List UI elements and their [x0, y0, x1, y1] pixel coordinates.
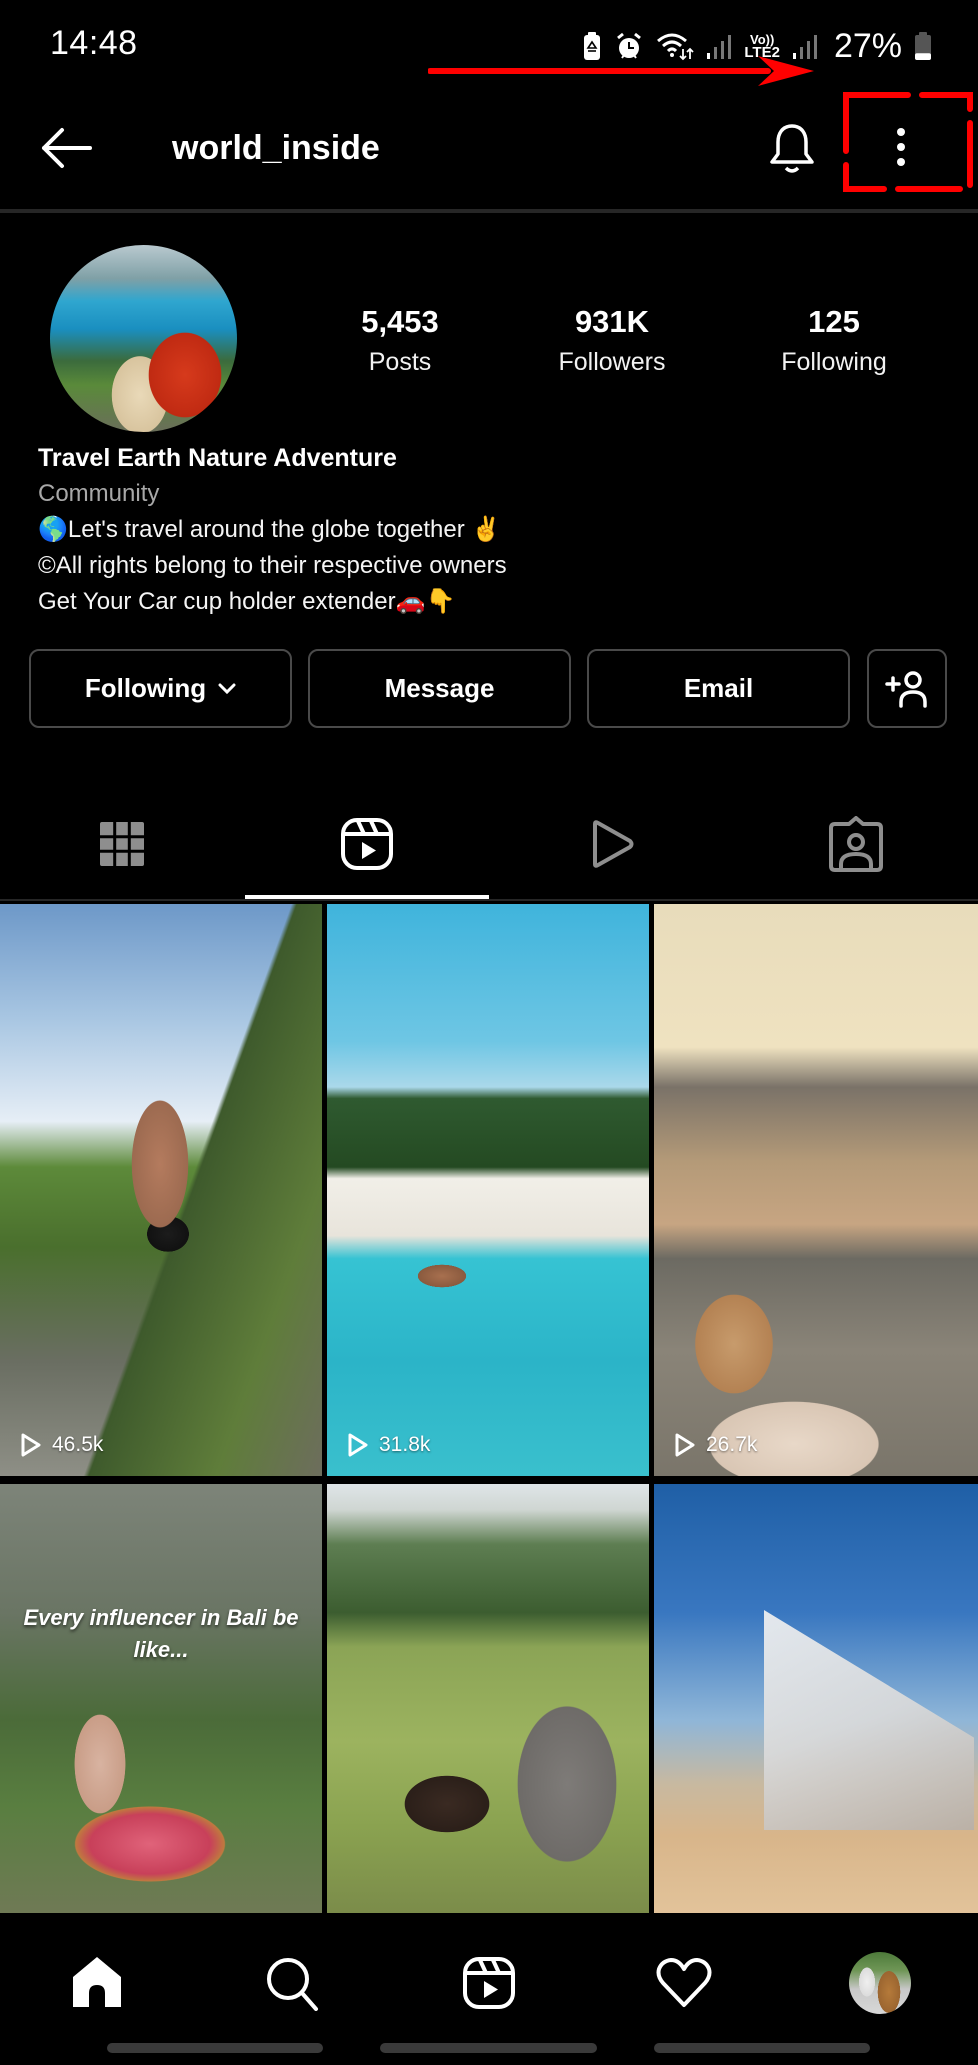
play-icon [348, 1433, 368, 1457]
more-vertical-icon [897, 128, 905, 166]
email-button[interactable]: Email [587, 649, 850, 728]
bio-line: ©All rights belong to their respective o… [38, 552, 507, 579]
back-button[interactable] [36, 120, 96, 176]
following-button[interactable]: Following [29, 649, 292, 728]
heart-icon [656, 1958, 712, 2007]
reel-view-count: 26.7k [674, 1432, 757, 1458]
bell-icon [770, 124, 814, 173]
bio-line: 🌎Let's travel around the globe together … [38, 516, 502, 543]
reel-overlay-caption: Every influencer in Bali be like... [23, 1605, 299, 1662]
reel-tile[interactable]: 31.8k [327, 904, 649, 1476]
profile-stats: 5,453 Posts 931K Followers 125 Following [300, 300, 920, 380]
stat-followers-label: Followers [558, 348, 666, 376]
message-button[interactable]: Message [308, 649, 571, 728]
reel-tile[interactable] [327, 1484, 649, 1913]
message-button-label: Message [384, 673, 495, 703]
signal-icon [706, 31, 732, 61]
volte-lte2-icon: Vo)) LTE2 [744, 33, 780, 61]
alarm-icon [614, 31, 644, 61]
stat-posts-value: 5,453 [361, 304, 439, 339]
tab-videos[interactable] [490, 790, 734, 898]
reel-view-count: 31.8k [347, 1432, 430, 1458]
gesture-back-bar[interactable] [654, 2043, 870, 2053]
stat-following-value: 125 [808, 304, 860, 339]
more-options-button[interactable] [870, 116, 932, 180]
stat-posts[interactable]: 5,453 Posts [300, 300, 500, 380]
notifications-button[interactable] [760, 116, 824, 180]
status-bar: 14:48 Vo)) LTE2 27% [0, 0, 978, 90]
reel-view-count-text: 31.8k [379, 1433, 431, 1456]
profile-username: world_inside [172, 129, 380, 167]
stat-followers-value: 931K [574, 304, 650, 339]
reels-icon [463, 1957, 515, 2009]
reels-icon [341, 818, 393, 870]
profile-display-name: Travel Earth Nature Adventure [38, 444, 397, 472]
play-icon [593, 820, 634, 868]
reels-grid: 46.5k 31.8k 26.7k Every influencer in Ba… [0, 904, 978, 1913]
profile-bio: Travel Earth Nature Adventure Community … [38, 440, 938, 620]
grid-icon [100, 822, 144, 866]
tab-tagged[interactable] [734, 790, 978, 898]
nav-reels[interactable] [439, 1943, 539, 2023]
battery-saver-icon [582, 31, 602, 61]
profile-category: Community [38, 480, 160, 507]
reel-tile[interactable]: 46.5k [0, 904, 322, 1476]
reel-view-count-text: 26.7k [706, 1433, 758, 1456]
battery-percent: 27% [833, 26, 902, 65]
tabs-divider [0, 899, 978, 901]
tab-reels[interactable] [245, 790, 489, 898]
gesture-recents-bar[interactable] [107, 2043, 323, 2053]
stat-posts-label: Posts [368, 348, 432, 376]
email-button-label: Email [683, 673, 754, 703]
status-time: 14:48 [50, 24, 138, 62]
search-icon [267, 1958, 318, 2011]
reel-view-count: 46.5k [20, 1432, 103, 1458]
signal-icon [792, 31, 818, 61]
arrow-left-icon [42, 128, 92, 168]
following-button-label: Following [84, 673, 207, 703]
nav-profile[interactable] [830, 1943, 930, 2023]
add-user-icon [885, 670, 927, 708]
nav-home[interactable] [47, 1943, 147, 2023]
status-icons: Vo)) LTE2 27% [582, 26, 932, 66]
suggested-users-button[interactable] [867, 649, 947, 728]
battery-icon [914, 31, 932, 61]
stat-following-label: Following [781, 348, 887, 376]
lte2-label: LTE2 [744, 44, 780, 61]
tab-grid[interactable] [0, 790, 244, 898]
nav-search[interactable] [242, 1943, 342, 2023]
profile-avatar [849, 1952, 911, 2014]
reel-tile[interactable] [654, 1484, 978, 1913]
stat-following[interactable]: 125 Following [734, 300, 934, 380]
profile-header: world_inside [0, 90, 978, 208]
home-icon [73, 1957, 121, 2007]
tagged-user-icon [829, 816, 883, 872]
play-icon [21, 1433, 41, 1457]
profile-content-tabs [0, 790, 978, 901]
profile-actions: Following Message Email [29, 649, 949, 728]
reel-view-count-text: 46.5k [52, 1433, 104, 1456]
stat-followers[interactable]: 931K Followers [512, 300, 712, 380]
play-icon [675, 1433, 695, 1457]
header-divider [0, 209, 978, 213]
reel-tile[interactable]: 26.7k [654, 904, 978, 1476]
chevron-down-icon [218, 683, 236, 694]
gesture-home-bar[interactable] [380, 2043, 597, 2053]
mirror-building-shape [764, 1610, 974, 1830]
bio-line: Get Your Car cup holder extender🚗👇 [38, 588, 456, 615]
profile-avatar[interactable] [50, 245, 237, 432]
nav-activity[interactable] [634, 1943, 734, 2023]
reel-tile[interactable]: Every influencer in Bali be like... [0, 1484, 322, 1913]
wifi-icon [656, 31, 695, 61]
